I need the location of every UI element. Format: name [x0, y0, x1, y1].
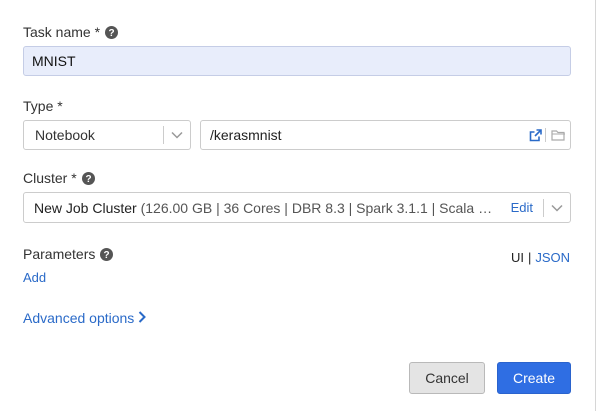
cluster-detail: (126.00 GB | 36 Cores | DBR 8.3 | Spark …: [136, 199, 493, 216]
mode-ui-option[interactable]: UI: [511, 250, 524, 265]
chevron-right-icon: [138, 310, 147, 326]
advanced-options-label: Advanced options: [23, 310, 135, 326]
cluster-edit-link[interactable]: Edit: [503, 200, 543, 215]
type-selected-value: Notebook: [35, 127, 95, 143]
svg-text:?: ?: [85, 174, 91, 185]
svg-text:?: ?: [108, 28, 114, 39]
external-link-icon[interactable]: [525, 121, 545, 149]
task-name-value: MNIST: [32, 53, 76, 69]
type-label: Type *: [23, 98, 63, 114]
task-name-input[interactable]: MNIST: [23, 46, 571, 76]
cluster-name: New Job Cluster: [34, 199, 137, 216]
cluster-label-row: Cluster * ?: [23, 170, 95, 186]
notebook-path-value: /kerasmnist: [210, 127, 282, 143]
cancel-button[interactable]: Cancel: [409, 362, 485, 394]
cluster-label: Cluster *: [23, 170, 77, 186]
cluster-select[interactable]: New Job Cluster (126.00 GB | 36 Cores | …: [23, 192, 571, 223]
folder-icon[interactable]: [546, 121, 570, 149]
svg-text:?: ?: [104, 250, 110, 261]
type-select[interactable]: Notebook: [23, 120, 191, 150]
advanced-options-link[interactable]: Advanced options: [23, 310, 147, 326]
create-button[interactable]: Create: [497, 362, 571, 394]
parameters-label: Parameters: [23, 246, 96, 262]
task-name-label: Task name *: [23, 24, 101, 40]
help-icon[interactable]: ?: [81, 171, 95, 185]
mode-json-option[interactable]: JSON: [535, 250, 570, 265]
chevron-down-icon[interactable]: [544, 194, 570, 222]
help-icon[interactable]: ?: [100, 247, 114, 261]
notebook-path-input[interactable]: /kerasmnist: [200, 120, 571, 150]
cluster-value: New Job Cluster (126.00 GB | 36 Cores | …: [24, 200, 503, 216]
mode-separator: |: [527, 250, 532, 265]
help-icon[interactable]: ?: [105, 25, 119, 39]
task-name-label-row: Task name * ?: [23, 24, 119, 40]
parameters-label-row: Parameters ?: [23, 246, 114, 262]
add-parameter-link[interactable]: Add: [23, 270, 46, 285]
parameter-mode-toggle: UI | JSON: [511, 250, 570, 265]
chevron-down-icon[interactable]: [164, 121, 190, 149]
type-label-row: Type *: [23, 98, 63, 114]
create-task-dialog: Task name * ? MNIST Type * Notebook /ker…: [0, 0, 596, 411]
